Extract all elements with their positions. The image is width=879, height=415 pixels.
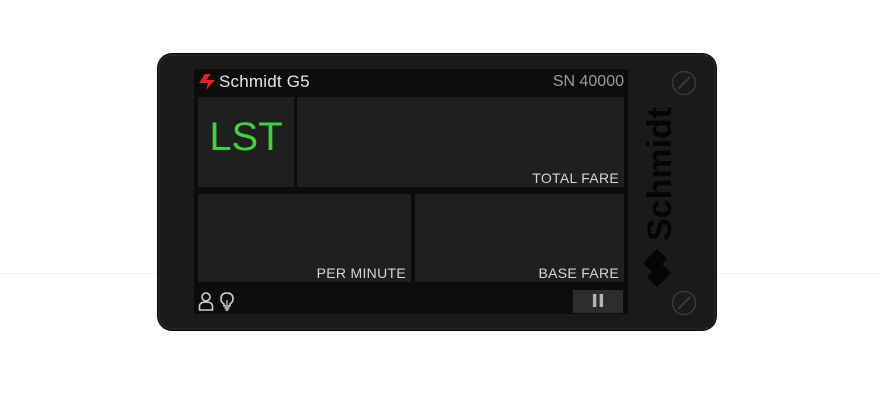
- tariff-panel: LST: [198, 97, 294, 187]
- lightbulb-icon[interactable]: [220, 292, 234, 311]
- base-fare-panel: BASE FARE: [415, 194, 624, 282]
- serial-number: SN 40000: [552, 73, 624, 90]
- per-minute-label: PER MINUTE: [316, 265, 406, 281]
- meter-screen: Schmidt G5 SN 40000 LST TOTAL FARE PER M…: [194, 69, 628, 314]
- side-brand-text: Schmidt: [641, 107, 679, 241]
- total-fare-label: TOTAL FARE: [532, 170, 619, 186]
- bottom-screw-icon: [671, 290, 697, 316]
- user-icon[interactable]: [198, 292, 214, 311]
- taximeter-device: Schmidt G5 SN 40000 LST TOTAL FARE PER M…: [158, 54, 716, 330]
- top-bar: Schmidt G5 SN 40000: [194, 69, 628, 95]
- side-logo-mark-icon: [643, 249, 671, 287]
- total-fare-panel: TOTAL FARE: [297, 97, 624, 187]
- brand-name: Schmidt G5: [219, 72, 310, 91]
- per-minute-panel: PER MINUTE: [198, 194, 411, 282]
- bottom-bar: II: [194, 288, 628, 314]
- tariff-value: LST: [209, 115, 283, 159]
- top-screw-icon: [671, 70, 697, 96]
- schmidt-logo-icon: [199, 74, 215, 90]
- pause-button[interactable]: II: [573, 290, 623, 313]
- brand-header: Schmidt G5: [198, 72, 310, 92]
- pause-icon: II: [591, 291, 605, 312]
- base-fare-label: BASE FARE: [538, 265, 619, 281]
- side-brand-logo: Schmidt: [641, 107, 679, 287]
